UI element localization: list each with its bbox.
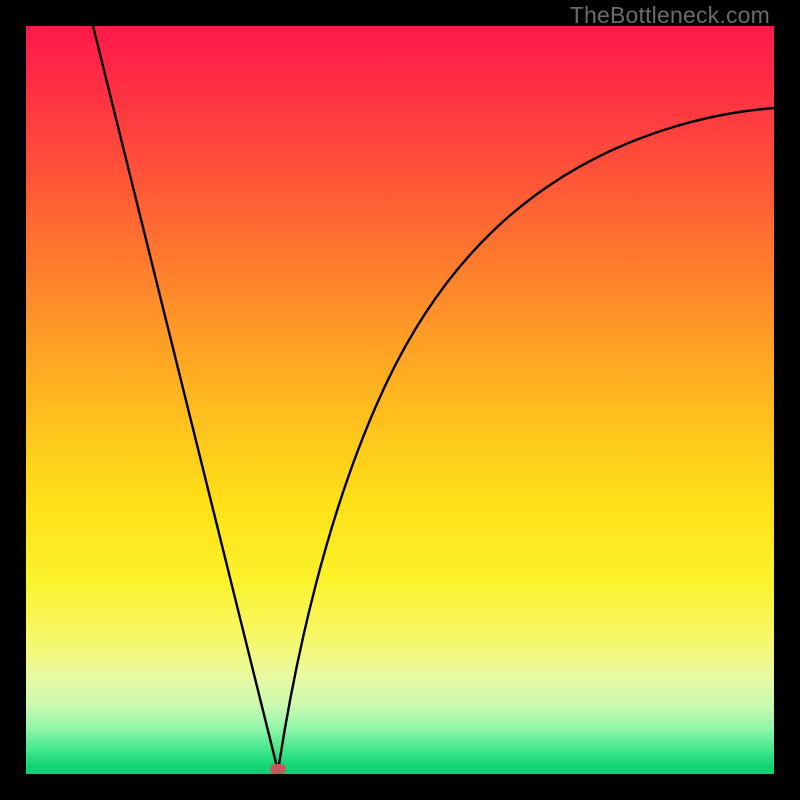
- chart-frame: [26, 26, 774, 774]
- chart-background-gradient: [26, 26, 774, 774]
- optimal-point-marker: [270, 764, 286, 774]
- watermark-text: TheBottleneck.com: [570, 2, 770, 29]
